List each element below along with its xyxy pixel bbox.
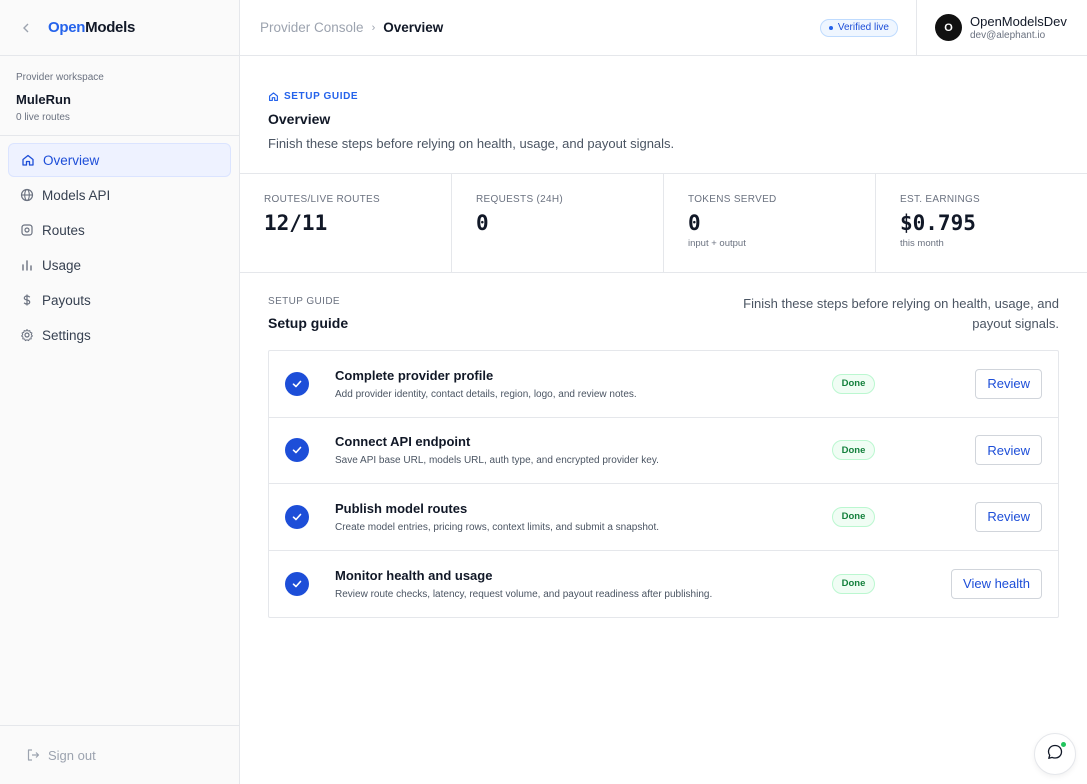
step-title: Monitor health and usage xyxy=(335,567,493,583)
stat-label: ROUTES/LIVE ROUTES xyxy=(264,194,380,205)
view-health-button[interactable]: View health xyxy=(951,568,1042,599)
globe-icon xyxy=(20,188,34,202)
stat-value: 12/11 xyxy=(264,211,328,235)
online-dot-icon xyxy=(1061,742,1066,747)
stat-value: 0 xyxy=(688,211,701,235)
setup-guide-title: Setup guide xyxy=(268,315,349,331)
stat-value: $0.795 xyxy=(900,211,976,235)
stat-requests: REQUESTS (24H) 0 xyxy=(452,174,664,272)
step-description: Save API base URL, models URL, auth type… xyxy=(335,455,659,467)
sidebar-item-usage[interactable]: Usage xyxy=(8,248,231,282)
sign-out-label: Sign out xyxy=(48,747,96,763)
user-name: OpenModelsDev xyxy=(970,14,1067,29)
step-status-badge: Done xyxy=(832,373,875,394)
gear-icon xyxy=(20,328,34,342)
step-title: Complete provider profile xyxy=(335,367,494,383)
step-status-badge: Done xyxy=(832,506,875,527)
sidebar-item-overview[interactable]: Overview xyxy=(8,143,231,177)
sidebar-item-payouts[interactable]: Payouts xyxy=(8,283,231,317)
workspace-routes: 0 live routes xyxy=(16,112,70,123)
stat-sub: this month xyxy=(900,238,944,249)
sidebar-item-label: Settings xyxy=(42,327,91,343)
workspace-label: Provider workspace xyxy=(16,72,104,83)
stat-label: REQUESTS (24H) xyxy=(476,194,563,205)
setup-guide-label: SETUP GUIDE xyxy=(268,296,341,307)
breadcrumb-root[interactable]: Provider Console xyxy=(260,20,364,35)
stat-tokens: TOKENS SERVED 0 input + output xyxy=(664,174,876,272)
setup-step: Publish model routes Create model entrie… xyxy=(269,484,1058,551)
sidebar-item-label: Usage xyxy=(42,257,82,273)
stat-sub: input + output xyxy=(688,238,746,249)
sign-out-button[interactable]: Sign out xyxy=(0,725,239,784)
stat-label: EST. EARNINGS xyxy=(900,194,981,205)
sidebar: OpenModels Provider workspace MuleRun 0 … xyxy=(0,0,240,784)
setup-step: Connect API endpoint Save API base URL, … xyxy=(269,418,1058,484)
route-icon xyxy=(20,223,34,237)
setup-step: Complete provider profile Add provider i… xyxy=(269,351,1058,418)
step-title: Publish model routes xyxy=(335,500,468,516)
bar-chart-icon xyxy=(20,258,34,272)
check-icon xyxy=(285,438,309,463)
user-email: dev@alephant.io xyxy=(970,30,1046,41)
setup-step: Monitor health and usage Review route ch… xyxy=(269,551,1058,618)
chevron-left-icon[interactable] xyxy=(22,23,48,33)
review-button[interactable]: Review xyxy=(975,368,1042,399)
breadcrumb: Provider Console › Overview xyxy=(240,20,820,35)
workspace-name: MuleRun xyxy=(16,92,71,107)
setup-steps-list: Complete provider profile Add provider i… xyxy=(268,350,1059,618)
home-icon xyxy=(21,153,35,167)
check-icon xyxy=(285,504,309,529)
step-title: Connect API endpoint xyxy=(335,434,471,450)
sidebar-item-label: Overview xyxy=(43,152,100,168)
status-badge: Verified live xyxy=(819,18,898,37)
sidebar-item-label: Payouts xyxy=(42,292,91,308)
check-icon xyxy=(285,371,309,396)
section-eyebrow: SETUP GUIDE xyxy=(268,91,1059,102)
review-button[interactable]: Review xyxy=(975,435,1042,466)
stat-value: 0 xyxy=(476,211,489,235)
sidebar-item-routes[interactable]: Routes xyxy=(8,213,231,247)
page-description: Finish these steps before relying on hea… xyxy=(268,136,675,151)
stats-row: ROUTES/LIVE ROUTES 12/11 REQUESTS (24H) … xyxy=(240,173,1087,273)
step-description: Review route checks, latency, request vo… xyxy=(335,588,713,600)
home-icon xyxy=(268,91,279,102)
workspace-info: Provider workspace MuleRun 0 live routes xyxy=(0,56,239,136)
logo[interactable]: OpenModels xyxy=(48,19,135,36)
setup-guide-header: SETUP GUIDE Setup guide Finish these ste… xyxy=(268,296,1059,350)
step-status-badge: Done xyxy=(832,440,875,461)
dollar-icon xyxy=(20,293,34,307)
stat-label: TOKENS SERVED xyxy=(688,194,777,205)
main-content: SETUP GUIDE Overview Finish these steps … xyxy=(240,56,1087,784)
page-header: SETUP GUIDE Overview Finish these steps … xyxy=(240,56,1087,173)
setup-guide: SETUP GUIDE Setup guide Finish these ste… xyxy=(268,296,1059,618)
user-menu[interactable]: O OpenModelsDev dev@alephant.io xyxy=(916,0,1087,56)
step-description: Create model entries, pricing rows, cont… xyxy=(335,521,660,533)
sidebar-nav: Overview Models API Routes Usage Payouts… xyxy=(0,136,239,360)
stat-routes: ROUTES/LIVE ROUTES 12/11 xyxy=(240,174,452,272)
sidebar-item-label: Routes xyxy=(42,222,85,238)
sidebar-item-label: Models API xyxy=(42,187,111,203)
breadcrumb-current: Overview xyxy=(383,20,444,35)
top-bar: Provider Console › Overview Verified liv… xyxy=(240,0,1087,56)
step-status-badge: Done xyxy=(832,573,875,594)
review-button[interactable]: Review xyxy=(975,501,1042,532)
avatar: O xyxy=(935,14,962,41)
chevron-right-icon: › xyxy=(371,21,376,34)
setup-guide-description: Finish these steps before relying on hea… xyxy=(743,296,1059,331)
chat-button[interactable] xyxy=(1034,733,1076,775)
page-title: Overview xyxy=(268,111,331,127)
stat-earnings: EST. EARNINGS $0.795 this month xyxy=(876,174,1087,272)
sign-out-icon xyxy=(26,748,40,762)
step-description: Add provider identity, contact details, … xyxy=(335,388,637,400)
sidebar-item-settings[interactable]: Settings xyxy=(8,318,231,352)
check-icon xyxy=(285,571,309,596)
status-dot-icon xyxy=(828,25,833,30)
sidebar-item-models-api[interactable]: Models API xyxy=(8,178,231,212)
brand-bar: OpenModels xyxy=(0,0,239,56)
